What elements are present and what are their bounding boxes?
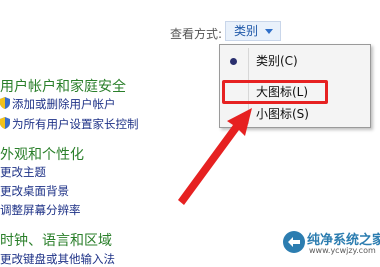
watermark-url: www.ycwjzy.com	[309, 246, 376, 255]
red-arrow-icon	[178, 108, 252, 205]
